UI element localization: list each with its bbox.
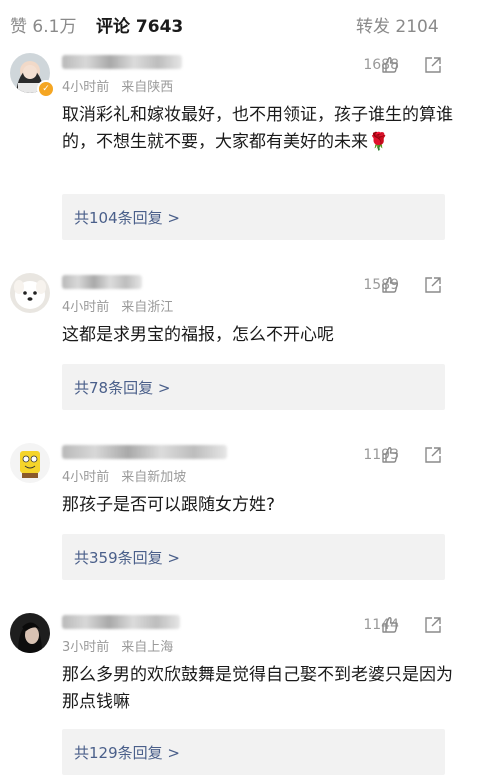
replies-link[interactable]: 共104条回复 > — [62, 194, 445, 240]
username-redacted[interactable] — [62, 615, 180, 629]
comment-location: 来自新加坡 — [121, 470, 187, 485]
username-redacted[interactable] — [62, 445, 227, 459]
thumbs-up-icon[interactable] — [381, 56, 399, 74]
comment-meta: 4小时前 来自浙江 — [62, 296, 173, 315]
comment-text: 这都是求男宝的福报，怎么不开心呢 — [62, 325, 334, 345]
comment-time: 4小时前 — [62, 300, 110, 315]
thumbs-up-icon[interactable] — [381, 276, 399, 294]
share-icon[interactable] — [424, 616, 442, 634]
comment-meta: 4小时前 来自新加坡 — [62, 466, 186, 485]
tab-bar: 赞 6.1万 评论 7643 转发 2104 — [0, 0, 481, 46]
comment-meta: 3小时前 来自上海 — [62, 636, 173, 655]
username-redacted[interactable] — [62, 55, 182, 69]
comment-text: 那么多男的欢欣鼓舞是觉得自己娶不到老婆只是因为那点钱嘛 — [62, 665, 453, 712]
username-redacted[interactable] — [62, 275, 142, 289]
share-icon[interactable] — [424, 446, 442, 464]
comment-location: 来自陕西 — [121, 80, 174, 95]
comment-text: 取消彩礼和嫁妆最好，也不用领证，孩子谁生的算谁的，不想生就不要，大家都有美好的未… — [62, 105, 453, 152]
verified-badge-icon: ✓ — [37, 80, 55, 98]
avatar[interactable] — [10, 613, 50, 653]
replies-label: 共104条回复 > — [74, 209, 180, 227]
tab-likes[interactable]: 赞 6.1万 — [10, 12, 76, 37]
comment-time: 3小时前 — [62, 640, 110, 655]
replies-label: 共78条回复 > — [74, 379, 171, 397]
comment-location: 来自浙江 — [121, 300, 174, 315]
comment-time: 4小时前 — [62, 470, 110, 485]
replies-link[interactable]: 共78条回复 > — [62, 364, 445, 410]
thumbs-up-icon[interactable] — [381, 616, 399, 634]
avatar[interactable] — [10, 443, 50, 483]
replies-label: 共359条回复 > — [74, 549, 180, 567]
comment-text: 那孩子是否可以跟随女方姓? — [62, 495, 276, 515]
comment-meta: 4小时前 来自陕西 — [62, 76, 173, 95]
comment-location: 来自上海 — [121, 640, 174, 655]
tab-comments[interactable]: 评论 7643 — [96, 12, 183, 37]
thumbs-up-icon[interactable] — [381, 446, 399, 464]
share-icon[interactable] — [424, 56, 442, 74]
tab-reposts[interactable]: 转发 2104 — [356, 12, 439, 37]
comment-time: 4小时前 — [62, 80, 110, 95]
replies-link[interactable]: 共359条回复 > — [62, 534, 445, 580]
replies-label: 共129条回复 > — [74, 744, 180, 762]
share-icon[interactable] — [424, 276, 442, 294]
avatar[interactable] — [10, 273, 50, 313]
replies-link[interactable]: 共129条回复 > — [62, 729, 445, 775]
